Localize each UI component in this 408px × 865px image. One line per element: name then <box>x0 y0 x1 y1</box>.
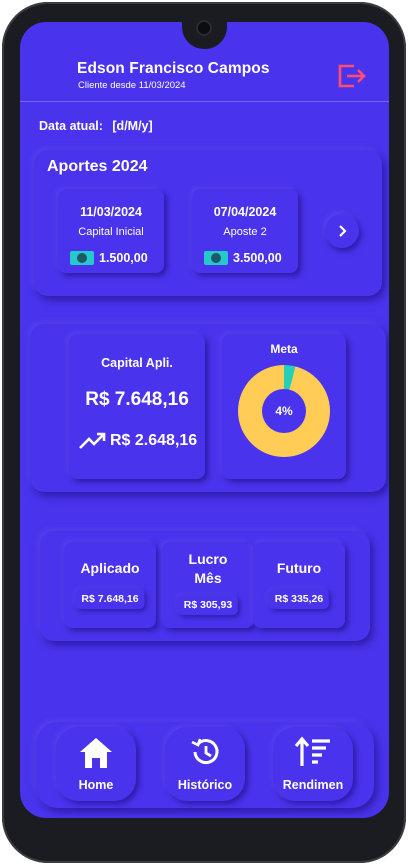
home-icon <box>80 738 112 768</box>
money-icon <box>70 251 94 265</box>
chevron-right-icon <box>339 225 347 237</box>
nav-rendimentos-label: Rendimen <box>282 778 344 792</box>
stat-value: R$ 7.648,16 <box>75 589 145 609</box>
current-date: Data atual: [d/M/y] <box>39 119 153 133</box>
stat-label: Aplicado <box>80 560 140 576</box>
meta-panel: Meta 4% <box>222 334 346 479</box>
nav-historico-label: Histórico <box>177 778 233 792</box>
capital-profit-value: R$ 2.648,16 <box>110 432 198 449</box>
meta-donut-chart: 4% <box>238 365 330 457</box>
aporte-amount-value: 1.500,00 <box>99 251 148 265</box>
next-aporte-button[interactable] <box>325 214 359 248</box>
money-icon <box>204 251 228 265</box>
aporte-date: 07/04/2024 <box>213 205 277 219</box>
stat-value: R$ 335,26 <box>268 589 330 609</box>
app-screen: Edson Francisco Campos Cliente desde 11/… <box>20 22 389 818</box>
meta-percent: 4% <box>262 389 306 433</box>
capital-value: R$ 7.648,16 <box>85 389 189 410</box>
aporte-amount: 1.500,00 <box>70 251 148 265</box>
aporte-description: Aposte 2 <box>223 226 267 238</box>
capital-profit: R$ 2.648,16 <box>79 432 197 450</box>
sort-icon <box>294 736 330 766</box>
logout-button[interactable] <box>336 60 368 92</box>
stat-aplicado: Aplicado R$ 7.648,16 <box>64 542 156 628</box>
stat-value: R$ 305,93 <box>177 595 239 615</box>
aportes-title: Aportes 2024 <box>47 158 148 175</box>
stat-lucro-mes: Lucro Mês R$ 305,93 <box>162 542 254 628</box>
stat-label: Futuro <box>276 560 322 576</box>
aporte-description: Capital Inicial <box>78 226 144 238</box>
nav-home-label: Home <box>78 778 114 792</box>
trending-up-icon <box>79 432 106 449</box>
logout-icon <box>338 64 366 88</box>
aporte-card-0[interactable]: 11/03/2024 Capital Inicial 1.500,00 <box>58 189 164 273</box>
nav-home[interactable]: Home <box>56 727 136 801</box>
stat-label: Lucro Mês <box>188 551 228 586</box>
capital-panel: Capital Apli. R$ 7.648,16 R$ 2.648,16 <box>69 334 205 479</box>
camera <box>198 22 210 34</box>
meta-title: Meta <box>270 342 298 356</box>
current-date-value: [d/M/y] <box>112 119 153 133</box>
aporte-date: 11/03/2024 <box>80 205 142 219</box>
capital-title: Capital Apli. <box>101 356 173 370</box>
nav-historico[interactable]: Histórico <box>165 727 245 801</box>
aporte-amount: 3.500,00 <box>204 251 282 265</box>
phone-frame: Edson Francisco Campos Cliente desde 11/… <box>2 2 406 863</box>
user-name: Edson Francisco Campos <box>77 60 270 77</box>
aporte-card-1[interactable]: 07/04/2024 Aposte 2 3.500,00 <box>192 189 298 273</box>
history-icon <box>191 738 219 765</box>
nav-rendimentos[interactable]: Rendimen <box>273 727 353 801</box>
stat-futuro: Futuro R$ 335,26 <box>253 542 345 628</box>
aporte-amount-value: 3.500,00 <box>233 251 282 265</box>
current-date-label: Data atual: <box>39 119 103 133</box>
user-since: Cliente desde 11/03/2024 <box>78 80 186 91</box>
